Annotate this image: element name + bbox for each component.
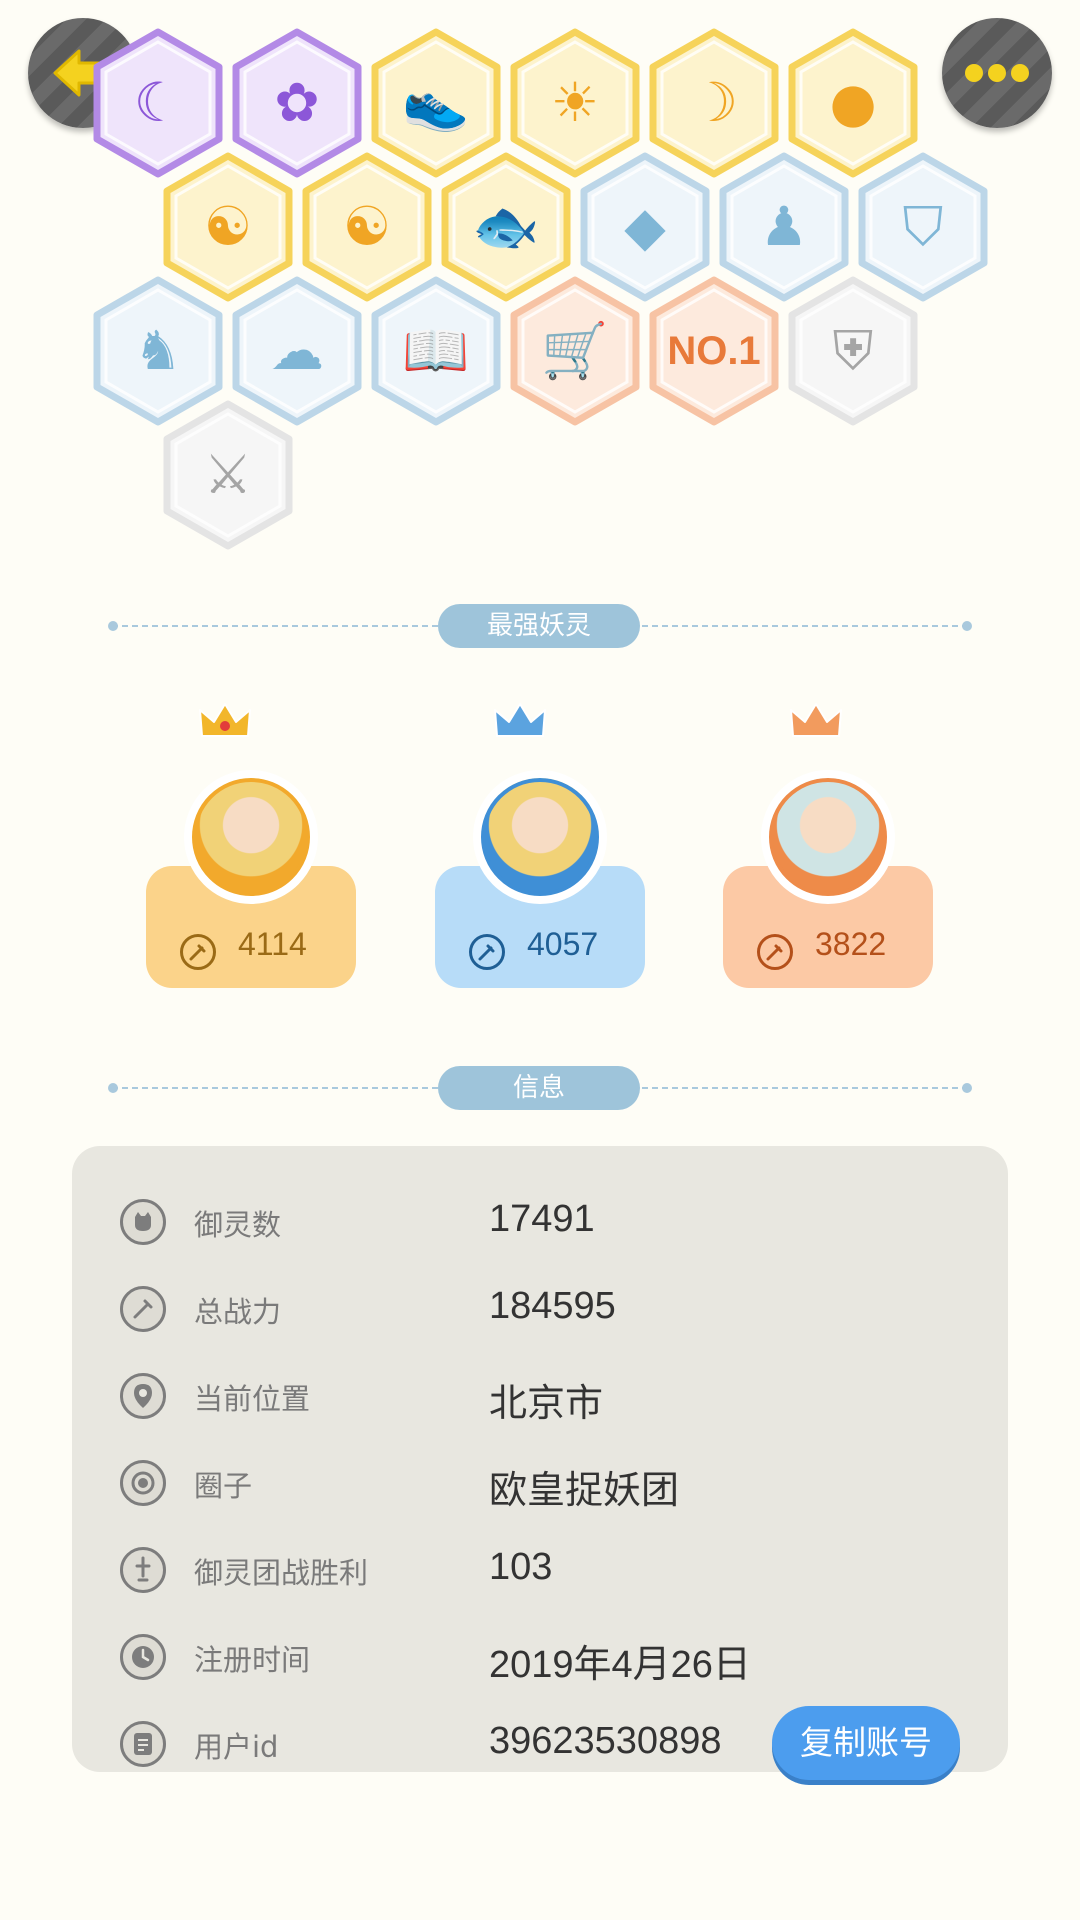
info-value: 2019年4月26日	[489, 1644, 751, 1686]
belt-icon: ⛨	[832, 319, 874, 382]
info-row: 御灵团战胜利 103	[72, 1526, 1008, 1612]
badge-grey-belt[interactable]: ⛨	[787, 276, 919, 426]
info-panel: 御灵数 17491 总战力 184595 当前位置 北京市圈子 欧皇捉妖团御灵团战胜利 103…	[72, 1146, 1008, 1780]
strongest-spirit-3[interactable]: 3822	[723, 700, 933, 988]
badge-orange-no1[interactable]: NO.1	[648, 276, 780, 426]
info-row: 总战力 184595	[72, 1265, 1008, 1351]
strongest-section-title: 最强妖灵	[438, 604, 640, 648]
info-section-title: 信息	[438, 1066, 640, 1110]
strongest-spirit-2[interactable]: 4057	[435, 700, 645, 988]
spirit-power: 4057	[527, 926, 599, 962]
circle-target-icon	[120, 1460, 166, 1506]
spirit-count-icon	[120, 1199, 166, 1245]
strongest-spirit-1[interactable]: 4114	[146, 700, 356, 988]
crown-icon	[790, 703, 842, 737]
info-value: 103	[489, 1546, 553, 1588]
info-label: 御灵数	[194, 1208, 282, 1242]
info-row: 圈子 欧皇捉妖团	[72, 1439, 1008, 1525]
no1-icon: NO.1	[667, 329, 761, 373]
info-label: 御灵团战胜利	[194, 1556, 369, 1590]
info-label: 当前位置	[194, 1382, 311, 1416]
crossed-swords-icon: ⚔	[203, 443, 253, 506]
info-row: 当前位置 北京市	[72, 1352, 1008, 1438]
spirit-power: 4114	[238, 926, 307, 962]
clock-icon	[120, 1634, 166, 1680]
info-value: 北京市	[489, 1383, 604, 1425]
book-fox-icon: 📖	[402, 319, 470, 382]
spirit-avatar	[184, 770, 318, 904]
crown-icon	[199, 703, 251, 737]
info-value: 17491	[489, 1198, 595, 1240]
info-section-header: 信息	[108, 1066, 972, 1110]
cart-cat-icon: 🛒	[541, 319, 609, 382]
user-id-icon	[120, 1721, 166, 1767]
combat-power-icon	[120, 1286, 166, 1332]
combat-power-icon	[180, 934, 216, 970]
info-label: 注册时间	[194, 1643, 311, 1677]
badge-blue-book-fox[interactable]: 📖	[370, 276, 502, 426]
copy-account-button[interactable]: 复制账号	[772, 1706, 960, 1780]
crown-icon	[494, 703, 546, 737]
combat-power-icon	[469, 934, 505, 970]
team-battle-icon	[120, 1547, 166, 1593]
badge-grey-swords[interactable]: ⚔	[162, 400, 294, 550]
spirit-avatar	[473, 770, 607, 904]
strongest-section-header: 最强妖灵	[108, 604, 972, 648]
spirit-power: 3822	[815, 926, 887, 962]
info-row: 御灵数 17491	[72, 1178, 1008, 1264]
info-value: 39623530898	[489, 1720, 722, 1762]
spirit-avatar	[761, 770, 895, 904]
info-value: 184595	[489, 1285, 616, 1327]
info-value: 欧皇捉妖团	[489, 1470, 680, 1512]
badge-orange-cart-cat[interactable]: 🛒	[509, 276, 641, 426]
info-row: 用户id 39623530898 复制账号	[72, 1700, 1008, 1786]
info-label: 用户id	[194, 1730, 279, 1764]
info-label: 圈子	[194, 1469, 253, 1503]
info-row: 注册时间 2019年4月26日	[72, 1613, 1008, 1699]
location-pin-icon	[120, 1373, 166, 1419]
info-label: 总战力	[194, 1295, 282, 1329]
badge-wall: ☾ ✿ 👟 ☀ ☽ ● ☯ ☯ 🐟 ◆ ♟ ⛉ ♞ ☁ 📖 🛒 NO.1 ⛨ ⚔	[0, 0, 1080, 560]
combat-power-icon	[757, 934, 793, 970]
